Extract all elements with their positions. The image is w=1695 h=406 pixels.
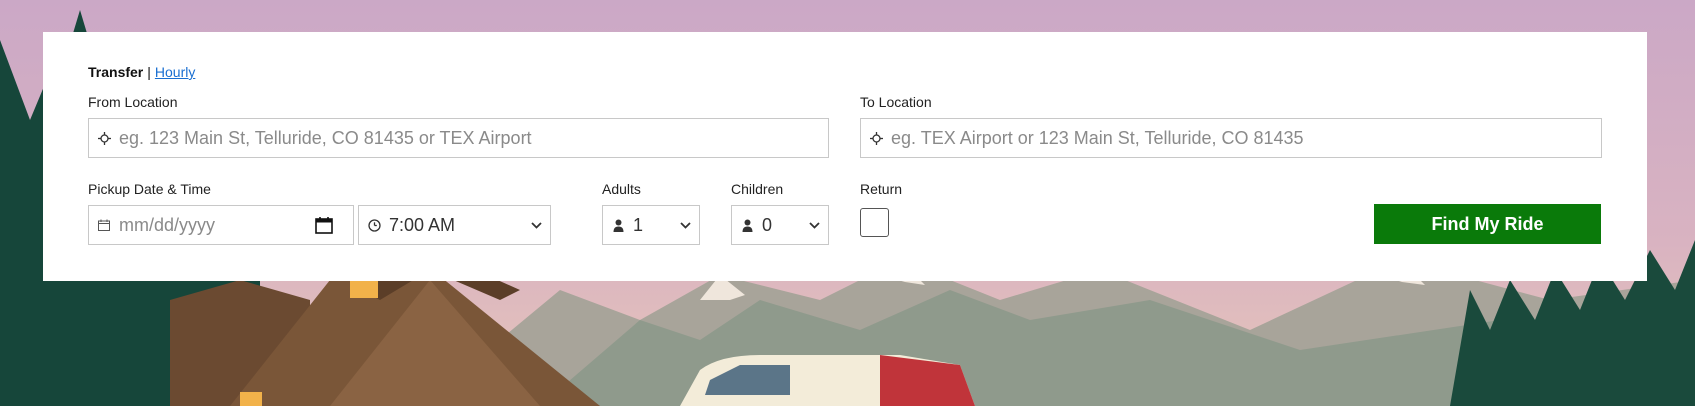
to-location-field[interactable] <box>860 118 1602 158</box>
chevron-down-icon <box>530 219 542 231</box>
pickup-date-field[interactable] <box>88 205 354 245</box>
crosshair-icon <box>869 131 883 145</box>
pickup-time-value: 7:00 AM <box>389 214 456 235</box>
children-label: Children <box>731 181 784 197</box>
adults-select[interactable]: 1 <box>602 205 700 245</box>
mode-separator: | <box>147 64 151 80</box>
from-location-field[interactable] <box>88 118 829 158</box>
adults-label: Adults <box>602 181 641 197</box>
children-value: 0 <box>762 214 773 235</box>
children-select[interactable]: 0 <box>731 205 829 245</box>
to-location-label: To Location <box>860 94 932 110</box>
mode-transfer[interactable]: Transfer <box>88 64 143 80</box>
return-checkbox[interactable] <box>860 208 889 237</box>
to-location-input[interactable] <box>891 127 1583 149</box>
find-my-ride-button[interactable]: Find My Ride <box>1374 204 1601 244</box>
date-picker-icon[interactable] <box>315 216 333 234</box>
from-location-input[interactable] <box>119 127 810 149</box>
chevron-down-icon <box>679 219 691 231</box>
person-icon <box>611 218 625 232</box>
booking-form-card: Transfer|Hourly From Location To Locatio… <box>43 32 1647 281</box>
pickup-label: Pickup Date & Time <box>88 181 211 197</box>
pickup-time-select[interactable]: 7:00 AM <box>358 205 551 245</box>
person-icon <box>740 218 754 232</box>
from-location-label: From Location <box>88 94 178 110</box>
clock-icon <box>367 218 381 232</box>
chevron-down-icon <box>808 219 820 231</box>
adults-value: 1 <box>633 214 644 235</box>
return-label: Return <box>860 181 903 197</box>
mode-hourly-link[interactable]: Hourly <box>155 64 195 80</box>
crosshair-icon <box>97 131 111 145</box>
calendar-icon <box>97 218 111 232</box>
pickup-date-input[interactable] <box>119 214 309 236</box>
booking-mode-switch: Transfer | Hourly <box>88 64 195 80</box>
